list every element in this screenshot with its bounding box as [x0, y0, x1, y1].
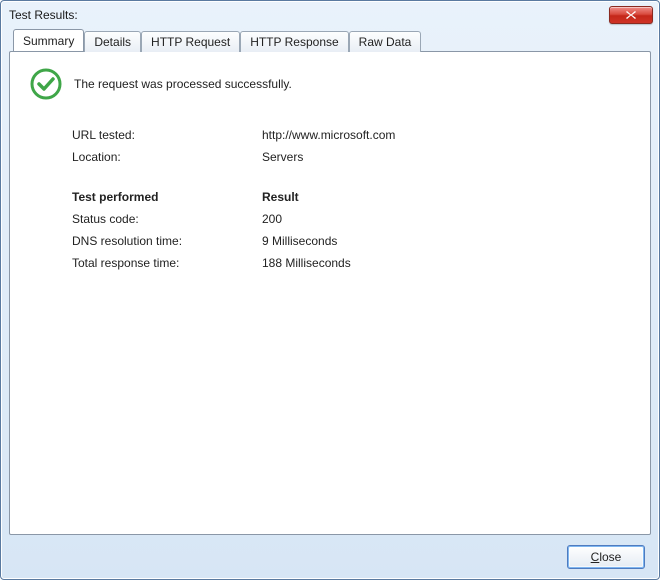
row-dns-time: DNS resolution time: 9 Milliseconds — [72, 230, 630, 252]
tab-control: Summary Details HTTP Request HTTP Respon… — [9, 29, 651, 535]
row-total-time: Total response time: 188 Milliseconds — [72, 252, 630, 274]
status-message: The request was processed successfully. — [74, 77, 292, 91]
dialog-button-row: Close — [9, 535, 651, 571]
status-row: The request was processed successfully. — [30, 68, 630, 100]
tab-http-response[interactable]: HTTP Response — [240, 31, 348, 52]
status-code-label: Status code: — [72, 212, 262, 226]
row-headings: Test performed Result — [72, 186, 630, 208]
close-button-rest: lose — [599, 550, 621, 564]
client-area: Summary Details HTTP Request HTTP Respon… — [9, 29, 651, 571]
row-status-code: Status code: 200 — [72, 208, 630, 230]
status-code-value: 200 — [262, 212, 630, 226]
tab-http-request[interactable]: HTTP Request — [141, 31, 240, 52]
titlebar: Test Results: — [1, 1, 659, 29]
url-tested-value: http://www.microsoft.com — [262, 128, 630, 142]
dns-time-label: DNS resolution time: — [72, 234, 262, 248]
test-performed-heading: Test performed — [72, 190, 262, 204]
close-icon — [625, 10, 637, 20]
tab-details[interactable]: Details — [84, 31, 141, 52]
url-tested-label: URL tested: — [72, 128, 262, 142]
dns-time-value: 9 Milliseconds — [262, 234, 630, 248]
window-title: Test Results: — [9, 8, 609, 22]
row-url-tested: URL tested: http://www.microsoft.com — [72, 124, 630, 146]
window-close-button[interactable] — [609, 6, 653, 24]
tab-raw-data[interactable]: Raw Data — [349, 31, 422, 52]
close-button[interactable]: Close — [567, 545, 645, 569]
row-location: Location: Servers — [72, 146, 630, 168]
location-label: Location: — [72, 150, 262, 164]
close-button-accel: C — [591, 550, 600, 564]
success-icon — [30, 68, 62, 100]
tab-summary[interactable]: Summary — [13, 29, 84, 51]
window-frame: Test Results: Summary Details HTTP Reque… — [0, 0, 660, 580]
tabstrip: Summary Details HTTP Request HTTP Respon… — [9, 29, 651, 51]
tabpanel-summary: The request was processed successfully. … — [9, 51, 651, 535]
total-time-label: Total response time: — [72, 256, 262, 270]
total-time-value: 188 Milliseconds — [262, 256, 630, 270]
result-heading: Result — [262, 190, 630, 204]
location-value: Servers — [262, 150, 630, 164]
summary-info: URL tested: http://www.microsoft.com Loc… — [72, 124, 630, 274]
